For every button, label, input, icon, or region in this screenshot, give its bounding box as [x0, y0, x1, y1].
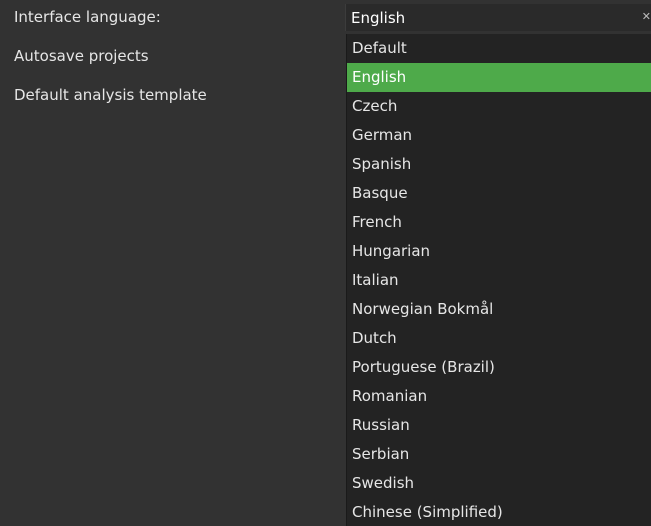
language-option[interactable]: Spanish: [347, 150, 651, 179]
language-option[interactable]: Dutch: [347, 324, 651, 353]
language-dropdown-list[interactable]: Default English Czech German Spanish Basque Fr…: [346, 34, 651, 526]
interface-language-label: Interface language:: [14, 8, 161, 26]
language-option[interactable]: German: [347, 121, 651, 150]
autosave-projects-label: Autosave projects: [14, 47, 149, 65]
language-option[interactable]: Italian: [347, 266, 651, 295]
language-option[interactable]: Default: [347, 34, 651, 63]
language-option[interactable]: English: [347, 63, 651, 92]
default-analysis-template-label: Default analysis template: [14, 86, 207, 104]
close-icon[interactable]: ✕: [642, 9, 651, 25]
language-option[interactable]: Russian: [347, 411, 651, 440]
combobox-current-value: English: [351, 9, 406, 27]
language-option[interactable]: French: [347, 208, 651, 237]
language-option[interactable]: Swedish: [347, 469, 651, 498]
language-option[interactable]: Hungarian: [347, 237, 651, 266]
language-option[interactable]: Czech: [347, 92, 651, 121]
language-option[interactable]: Basque: [347, 179, 651, 208]
interface-language-combobox[interactable]: English ✕: [345, 4, 651, 31]
language-option[interactable]: Chinese (Simplified): [347, 498, 651, 526]
preferences-panel: Interface language: Autosave projects De…: [0, 0, 651, 526]
language-option[interactable]: Romanian: [347, 382, 651, 411]
language-option[interactable]: Norwegian Bokmål: [347, 295, 651, 324]
language-option[interactable]: Serbian: [347, 440, 651, 469]
language-option[interactable]: Portuguese (Brazil): [347, 353, 651, 382]
